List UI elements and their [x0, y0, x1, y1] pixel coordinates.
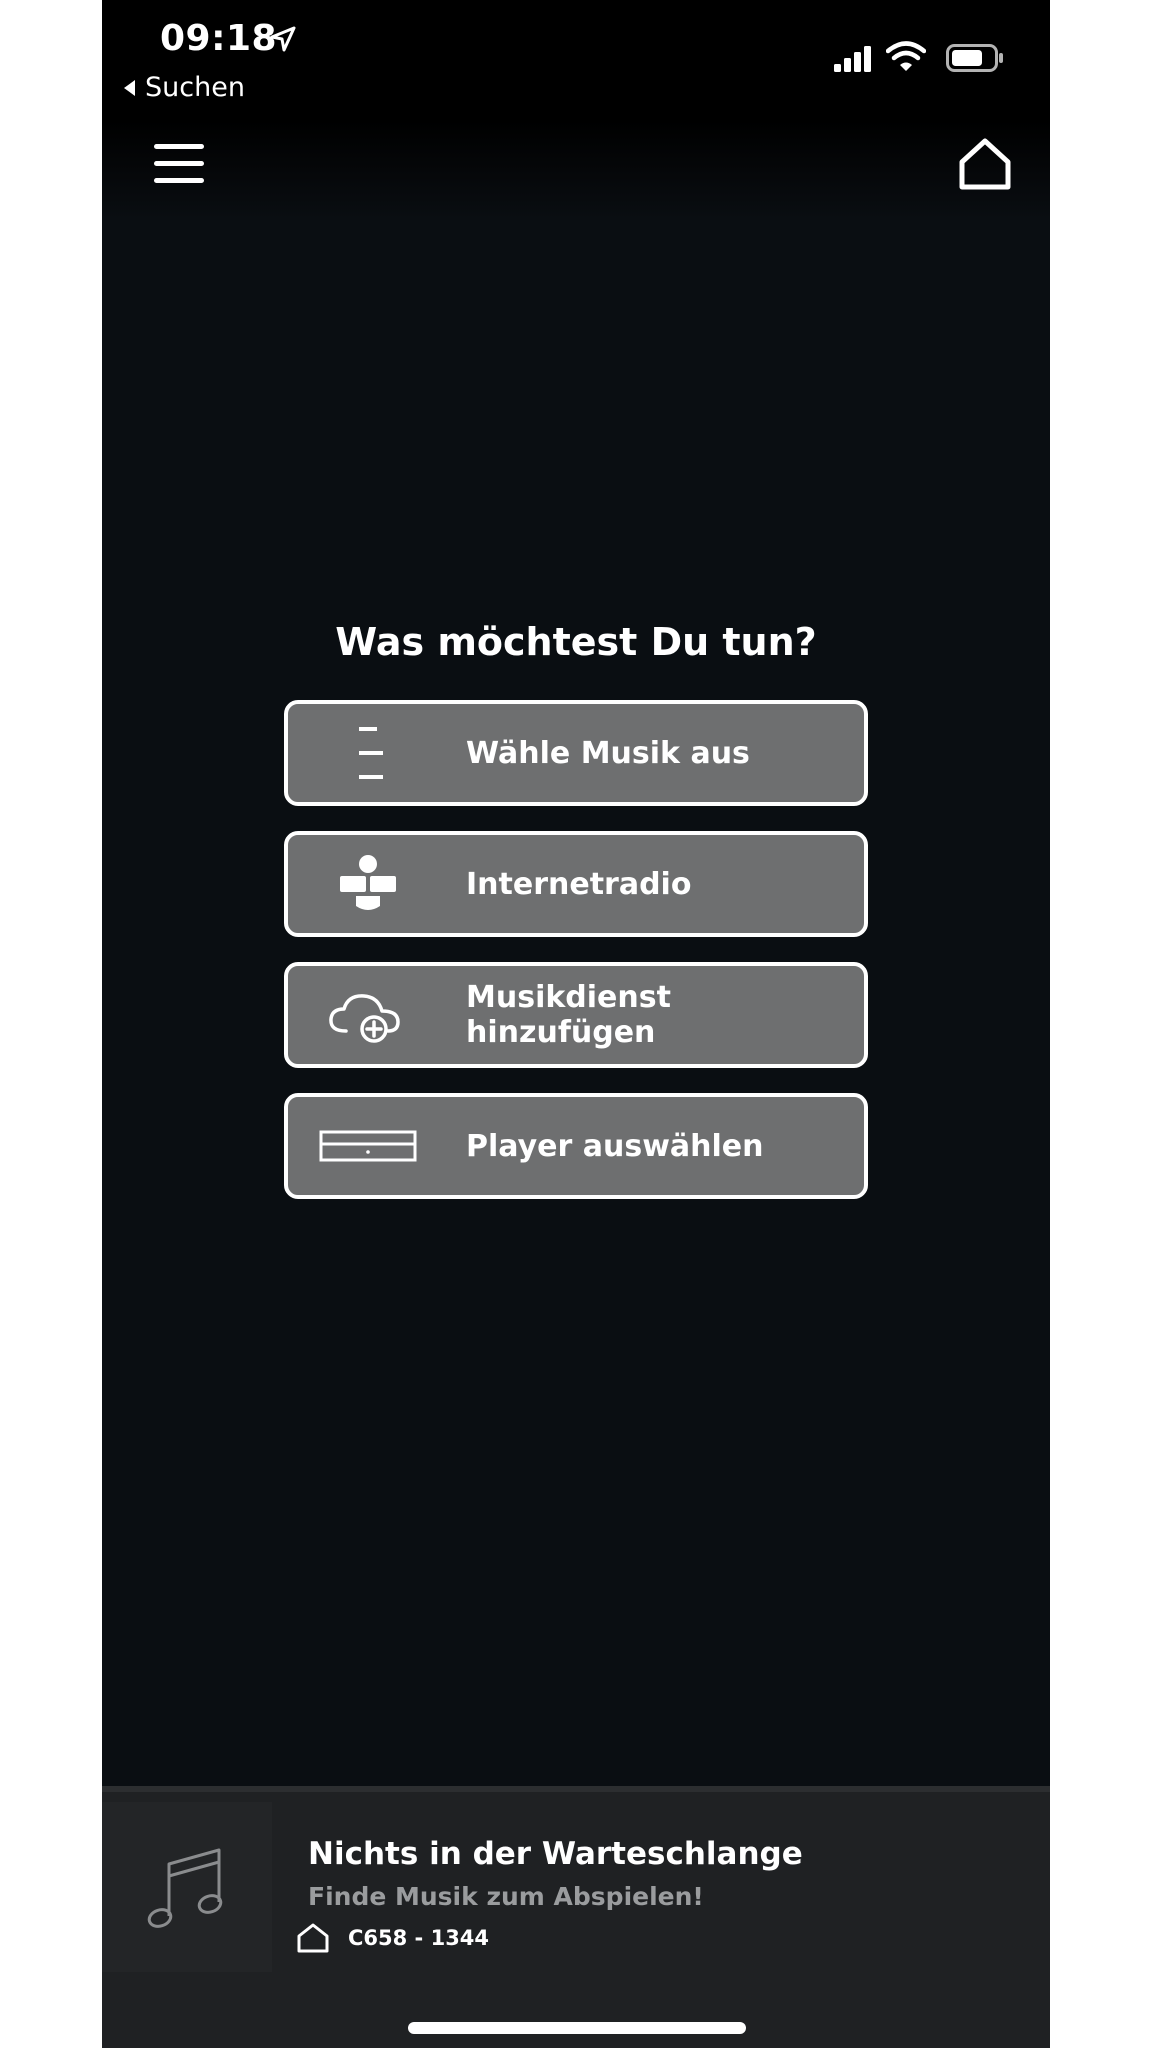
now-playing-subtitle: Finde Musik zum Abspielen! [308, 1882, 704, 1911]
home-indicator-bar[interactable] [408, 2022, 746, 2034]
album-art [102, 1802, 272, 1972]
now-playing-title: Nichts in der Warteschlange [308, 1836, 803, 1872]
prompt-title: Was möchtest Du tun? [335, 620, 817, 664]
app-header [102, 120, 1050, 220]
status-time: 09:18 [160, 18, 278, 59]
internet-radio-label: Internetradio [466, 866, 692, 902]
music-note-icon [147, 1848, 223, 1928]
back-chevron-icon [124, 79, 135, 96]
wifi-icon [886, 41, 926, 71]
home-icon[interactable] [958, 138, 1012, 190]
status-bar: 09:18 Suchen [102, 0, 1050, 120]
select-player-button[interactable]: Player auswählen [284, 1093, 868, 1199]
tunein-icon [318, 849, 418, 919]
back-to-search-link[interactable]: Suchen [124, 72, 245, 103]
add-music-service-button[interactable]: Musikdienst hinzufügen [284, 962, 868, 1068]
player-device-icon [318, 1111, 418, 1181]
cloud-add-icon [318, 980, 418, 1050]
battery-icon [946, 44, 1003, 72]
room-indicator: C658 - 1344 [296, 1922, 489, 1954]
choose-music-label: Wähle Musik aus [466, 735, 750, 771]
back-link-label: Suchen [145, 72, 245, 103]
location-arrow-icon [270, 26, 296, 52]
room-home-icon [297, 1923, 329, 1953]
room-name: C658 - 1344 [348, 1926, 490, 1950]
cellular-signal-icon [834, 46, 871, 72]
action-list: Wähle Musik aus Internetradio Musikdiens… [284, 700, 868, 1224]
list-icon [318, 718, 418, 788]
internet-radio-button[interactable]: Internetradio [284, 831, 868, 937]
select-player-label: Player auswählen [466, 1128, 764, 1164]
app-screen: 09:18 Suchen Was möchtest Du tun? Wähle … [102, 0, 1050, 2048]
menu-icon[interactable] [154, 142, 204, 186]
add-music-service-label: Musikdienst hinzufügen [466, 980, 671, 1050]
mini-player[interactable]: Nichts in der Warteschlange Finde Musik … [102, 1786, 1050, 2048]
choose-music-button[interactable]: Wähle Musik aus [284, 700, 868, 806]
